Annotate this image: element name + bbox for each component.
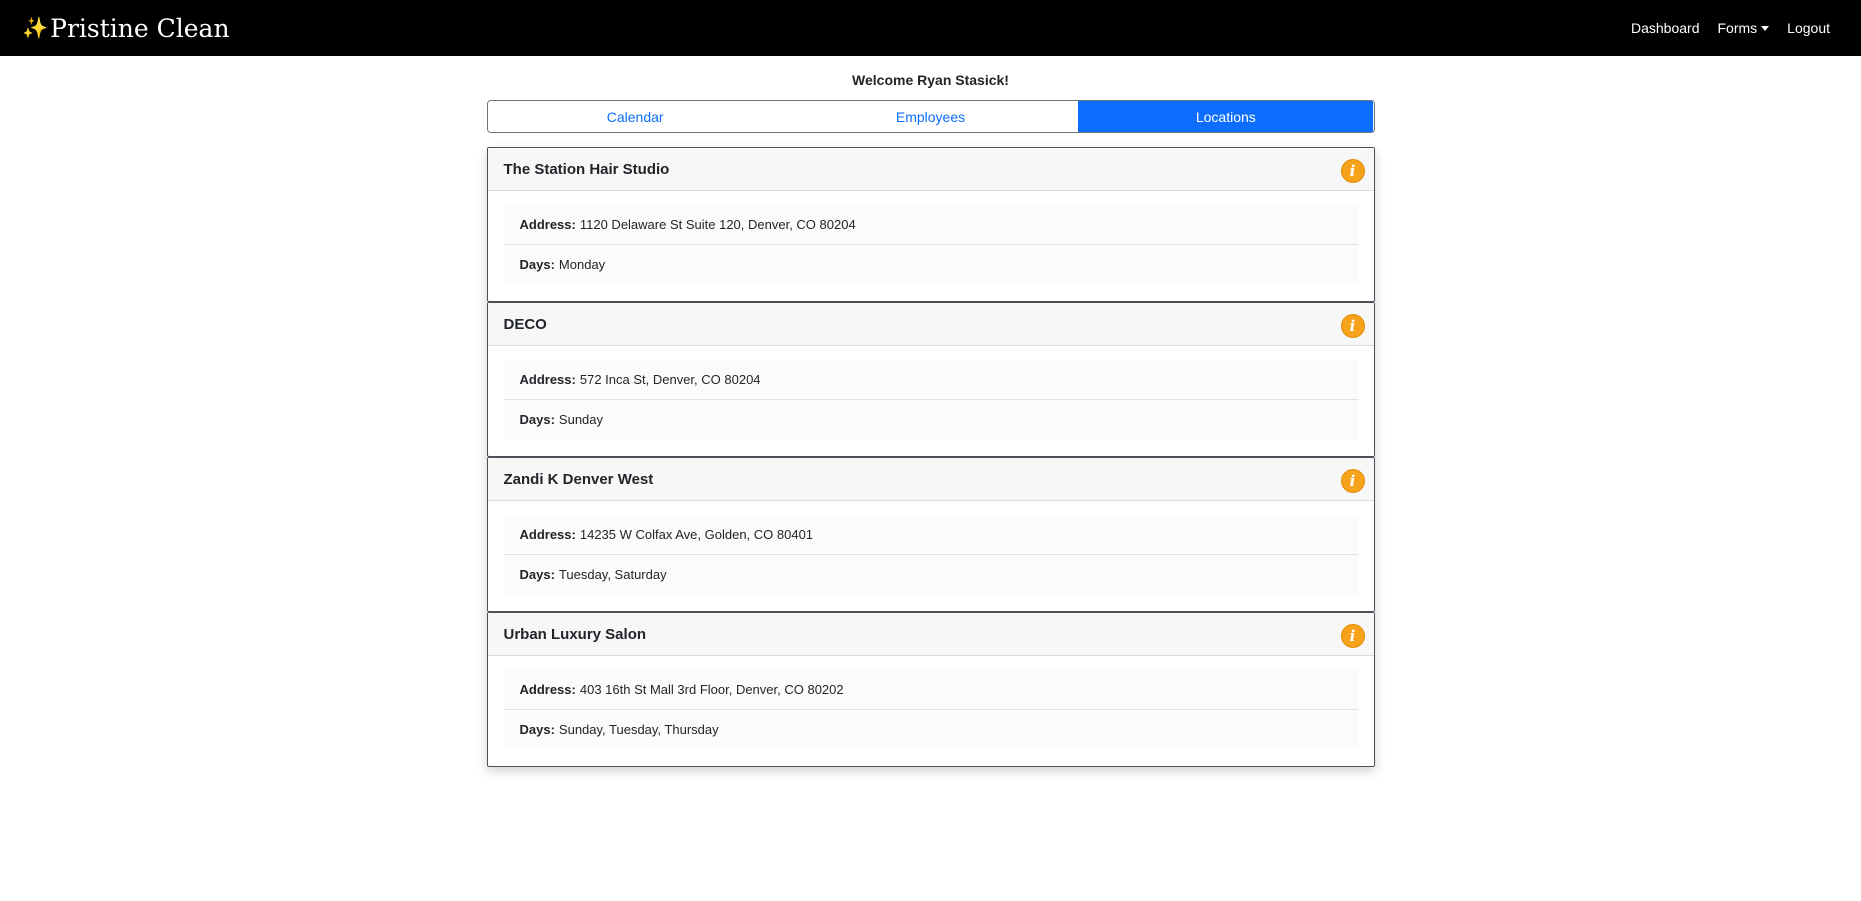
- brand-logo[interactable]: ✨ Pristine Clean: [22, 14, 230, 43]
- nav-forms-dropdown[interactable]: Forms: [1709, 20, 1779, 36]
- location-card: Zandi K Denver West i Address: 14235 W Co…: [486, 457, 1375, 612]
- tab-calendar[interactable]: Calendar: [487, 101, 783, 132]
- days-row: Days: Sunday, Tuesday, Thursday: [503, 709, 1358, 749]
- location-details: Address: 1120 Delaware St Suite 120, Denv…: [503, 205, 1358, 284]
- location-card: DECO i Address: 572 Inca St, Denver, CO 8…: [486, 302, 1375, 457]
- address-value: 572 Inca St, Denver, CO 80204: [579, 372, 761, 387]
- location-card-body: Address: 14235 W Colfax Ave, Golden, CO 8…: [488, 501, 1374, 594]
- address-label: Address:: [519, 217, 576, 232]
- chevron-down-icon: [1761, 25, 1770, 31]
- days-row: Days: Tuesday, Saturday: [503, 554, 1358, 594]
- location-card-header: The Station Hair Studio i: [487, 148, 1374, 191]
- info-icon[interactable]: i: [1340, 314, 1365, 338]
- address-value: 403 16th St Mall 3rd Floor, Denver, CO 8…: [579, 682, 844, 697]
- days-row: Days: Monday: [503, 244, 1358, 284]
- location-card-body: Address: 403 16th St Mall 3rd Floor, Denv…: [488, 656, 1374, 749]
- days-value: Tuesday, Saturday: [558, 567, 667, 582]
- days-value: Sunday, Tuesday, Thursday: [558, 722, 719, 737]
- address-label: Address:: [519, 372, 576, 387]
- info-icon[interactable]: i: [1340, 469, 1365, 493]
- info-icon[interactable]: i: [1340, 624, 1365, 648]
- location-name: The Station Hair Studio: [503, 160, 670, 178]
- nav-dashboard-link[interactable]: Dashboard: [1622, 20, 1709, 36]
- location-name: Urban Luxury Salon: [503, 625, 647, 643]
- address-row: Address: 572 Inca St, Denver, CO 80204: [504, 360, 1358, 399]
- address-label: Address:: [519, 682, 576, 697]
- address-row: Address: 403 16th St Mall 3rd Floor, Denv…: [504, 670, 1358, 709]
- brand-name: Pristine Clean: [50, 13, 230, 43]
- address-row: Address: 14235 W Colfax Ave, Golden, CO 8…: [504, 515, 1358, 554]
- days-value: Sunday: [558, 412, 604, 427]
- days-label: Days:: [519, 722, 555, 737]
- sparkles-icon: ✨: [22, 15, 49, 40]
- location-card-header: DECO i: [487, 303, 1374, 346]
- days-label: Days:: [519, 257, 555, 272]
- location-card-body: Address: 1120 Delaware St Suite 120, Denv…: [488, 191, 1374, 284]
- info-icon[interactable]: i: [1340, 159, 1365, 183]
- location-details: Address: 403 16th St Mall 3rd Floor, Denv…: [503, 670, 1358, 749]
- days-value: Monday: [558, 257, 606, 272]
- address-row: Address: 1120 Delaware St Suite 120, Denv…: [504, 205, 1358, 244]
- location-name: Zandi K Denver West: [503, 470, 654, 488]
- location-card: Urban Luxury Salon i Address: 403 16th St…: [486, 612, 1375, 767]
- location-card-header: Zandi K Denver West i: [487, 458, 1374, 501]
- days-label: Days:: [519, 412, 555, 427]
- locations-list: The Station Hair Studio i Address: 1120 D…: [486, 147, 1375, 767]
- nav-logout-link[interactable]: Logout: [1778, 20, 1839, 36]
- address-label: Address:: [519, 527, 576, 542]
- welcome-message: Welcome Ryan Stasick!: [852, 72, 1009, 88]
- location-card-body: Address: 572 Inca St, Denver, CO 80204 Da…: [488, 346, 1374, 439]
- main-container: Calendar Employees Locations The Station…: [486, 100, 1375, 767]
- location-details: Address: 572 Inca St, Denver, CO 80204 Da…: [503, 360, 1358, 439]
- tab-employees[interactable]: Employees: [782, 101, 1079, 132]
- days-row: Days: Sunday: [503, 399, 1358, 439]
- nav-links: Dashboard Forms Logout: [1622, 20, 1839, 36]
- location-name: DECO: [503, 315, 547, 333]
- location-card-header: Urban Luxury Salon i: [487, 613, 1374, 656]
- nav-forms-label: Forms: [1717, 20, 1758, 36]
- location-details: Address: 14235 W Colfax Ave, Golden, CO 8…: [503, 515, 1358, 594]
- address-value: 1120 Delaware St Suite 120, Denver, CO 8…: [579, 217, 856, 232]
- location-card: The Station Hair Studio i Address: 1120 D…: [486, 147, 1375, 302]
- top-navbar: ✨ Pristine Clean Dashboard Forms Logout: [0, 0, 1861, 56]
- view-tabs: Calendar Employees Locations: [486, 100, 1375, 133]
- days-label: Days:: [519, 567, 555, 582]
- address-value: 14235 W Colfax Ave, Golden, CO 80401: [579, 527, 814, 542]
- tab-locations[interactable]: Locations: [1078, 101, 1374, 132]
